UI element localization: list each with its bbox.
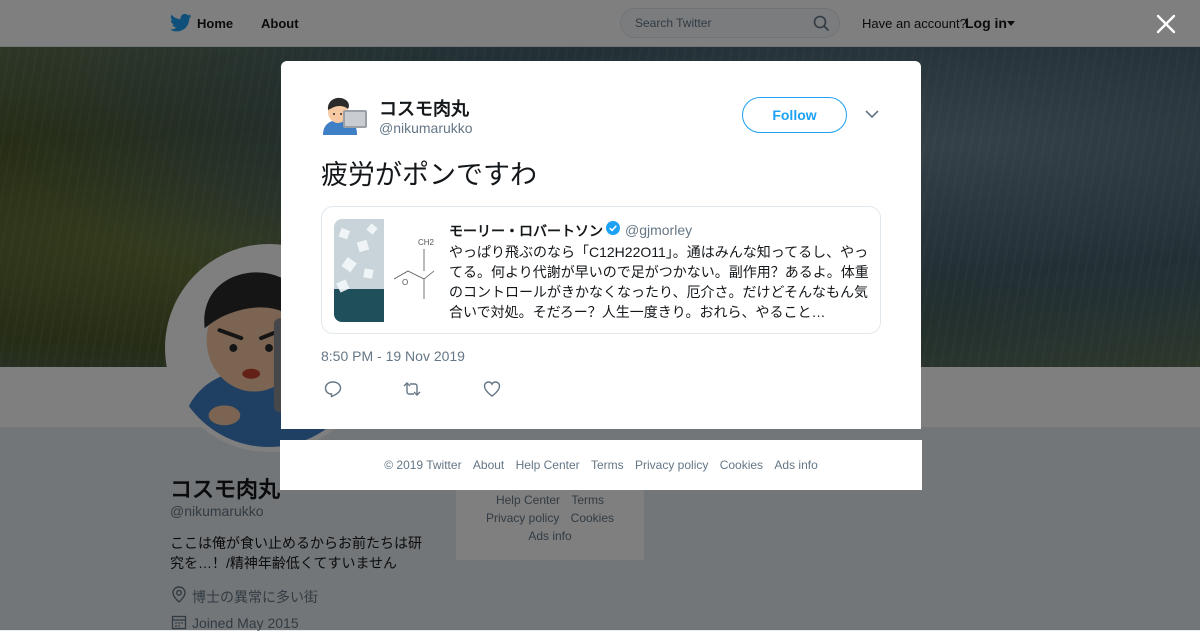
close-icon[interactable] — [1155, 13, 1177, 35]
footer-copyright: © 2019 Twitter — [384, 458, 462, 472]
footer-help-center-link[interactable]: Help Center — [516, 458, 580, 472]
tweet-author-name[interactable]: コスモ肉丸 — [379, 95, 469, 121]
tweet-modal: コスモ肉丸 @nikumarukko Follow 疲労がポンですわ O CH2… — [281, 61, 921, 429]
modal-footer: © 2019 Twitter About Help Center Terms P… — [280, 440, 922, 490]
follow-button[interactable]: Follow — [742, 97, 847, 133]
quoted-tweet-image[interactable]: O CH2 — [334, 219, 437, 322]
chevron-down-icon[interactable] — [865, 109, 879, 119]
footer-privacy-link[interactable]: Privacy policy — [635, 458, 708, 472]
retweet-icon[interactable] — [402, 379, 422, 399]
reply-icon[interactable] — [323, 379, 343, 399]
heart-icon[interactable] — [482, 379, 502, 399]
quoted-image-label: CH2 — [418, 238, 435, 247]
verified-badge-icon — [606, 221, 620, 235]
svg-text:O: O — [402, 278, 408, 287]
footer-about-link[interactable]: About — [473, 458, 504, 472]
tweet-timestamp[interactable]: 8:50 PM - 19 Nov 2019 — [321, 348, 465, 364]
author-avatar[interactable] — [321, 95, 369, 135]
tweet-author-handle[interactable]: @nikumarukko — [379, 120, 473, 136]
quoted-tweet[interactable]: O CH2 モーリー・ロバートソン @gjmorley やっぱり飛ぶのなら「C1… — [321, 206, 881, 334]
quoted-tweet-text: やっぱり飛ぶのなら「C12H22O11」。通はみんな知ってるし、やってる。何より… — [449, 244, 869, 320]
tweet-text: 疲労がポンですわ — [321, 160, 537, 190]
footer-ads-info-link[interactable]: Ads info — [774, 458, 817, 472]
quoted-author-name[interactable]: モーリー・ロバートソン — [449, 221, 603, 241]
footer-cookies-link[interactable]: Cookies — [720, 458, 763, 472]
footer-terms-link[interactable]: Terms — [591, 458, 624, 472]
quoted-author-handle[interactable]: @gjmorley — [625, 222, 692, 238]
